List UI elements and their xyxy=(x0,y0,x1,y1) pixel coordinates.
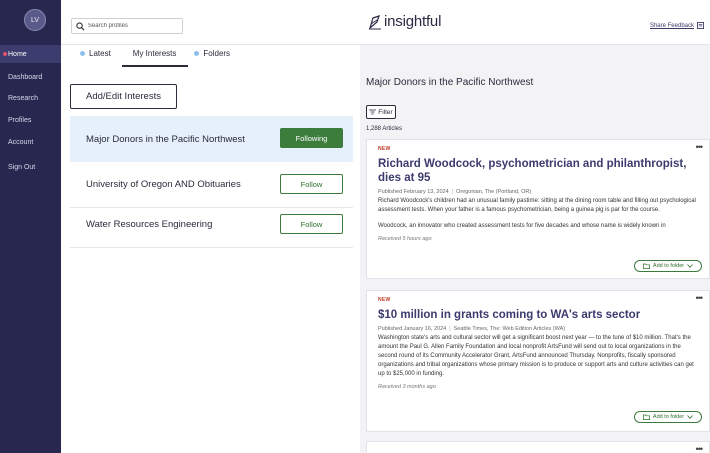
published-date: Published January 16, 2024 xyxy=(378,326,447,332)
add-to-folder-button[interactable]: Add to folder xyxy=(634,260,702,272)
add-edit-interests-button[interactable]: Add/Edit Interests xyxy=(70,84,177,109)
avatar[interactable]: LV xyxy=(24,9,46,31)
filter-button[interactable]: Filter xyxy=(366,105,396,119)
new-badge: NEW xyxy=(378,146,391,152)
more-options-icon[interactable]: ••• xyxy=(696,142,704,152)
sidebar-item-dashboard[interactable]: Dashboard xyxy=(0,68,61,86)
article-excerpt: Washington state's arts and cultural sec… xyxy=(378,335,694,377)
add-to-folder-label: Add to folder xyxy=(652,414,685,420)
article-source: Oregonian, The (Portland, OR) xyxy=(456,189,532,195)
article-card[interactable]: ••• xyxy=(366,441,710,453)
more-options-icon[interactable]: ••• xyxy=(696,444,704,453)
tab-dot-icon xyxy=(80,51,85,56)
sidebar-item-label: Research xyxy=(8,94,38,102)
interest-name: University of Oregon AND Obituaries xyxy=(86,179,241,190)
interest-name: Water Resources Engineering xyxy=(86,219,213,230)
follow-button[interactable]: Follow xyxy=(280,214,343,234)
article-card[interactable]: NEW ••• Richard Woodcock, psychometricia… xyxy=(366,139,710,279)
top-header: insightful Share Feedback xyxy=(61,0,710,45)
interest-tabs: Latest My Interests Folders xyxy=(80,49,252,58)
sidebar-item-label: Sign Out xyxy=(8,163,36,171)
search-input[interactable] xyxy=(87,23,182,29)
interest-item-major-donors[interactable]: Major Donors in the Pacific Northwest Fo… xyxy=(70,116,353,162)
article-source: Seattle Times, The: Web Edition Articles… xyxy=(453,326,566,332)
article-meta: Published February 13, 2024 | Oregonian, T… xyxy=(378,189,532,195)
feedback-icon xyxy=(697,22,704,29)
more-options-icon[interactable]: ••• xyxy=(696,293,704,303)
active-tab-underline xyxy=(122,65,188,67)
filter-icon xyxy=(369,109,377,115)
article-excerpt: Woodcock, an innovator who created asses… xyxy=(378,223,666,229)
article-title[interactable]: $10 million in grants coming to WA's art… xyxy=(378,308,700,322)
tab-label: Latest xyxy=(89,49,111,58)
folder-icon xyxy=(642,263,650,269)
sidebar: LV Home Dashboard Research Profiles Acco… xyxy=(0,0,61,453)
search-box[interactable] xyxy=(71,18,183,34)
interest-item-water-resources[interactable]: Water Resources Engineering Follow xyxy=(70,202,353,248)
interest-name: Major Donors in the Pacific Northwest xyxy=(86,133,245,145)
sidebar-item-label: Dashboard xyxy=(8,73,43,81)
share-feedback-label: Share Feedback xyxy=(649,22,694,29)
article-card[interactable]: NEW ••• $10 million in grants coming to … xyxy=(366,290,710,432)
new-badge: NEW xyxy=(378,297,391,303)
chevron-down-icon xyxy=(687,264,693,268)
article-title[interactable]: Richard Woodcock, psychometrician and ph… xyxy=(378,157,700,185)
received-time: Received 5 hours ago xyxy=(378,236,432,242)
received-time: Received 3 months ago xyxy=(378,384,436,390)
article-count: 1,288 Articles xyxy=(366,126,403,132)
search-icon xyxy=(76,21,85,30)
tab-dot-icon xyxy=(194,51,200,56)
sidebar-item-label: Account xyxy=(8,138,34,146)
published-date: Published February 13, 2024 xyxy=(378,189,449,195)
feed-title: Major Donors in the Pacific Northwest xyxy=(366,77,534,88)
sidebar-item-home[interactable]: Home xyxy=(0,45,61,63)
article-meta: Published January 16, 2024 | Seattle Times… xyxy=(378,326,566,332)
tab-folders[interactable]: Folders xyxy=(194,49,230,58)
chevron-down-icon xyxy=(687,415,693,419)
sidebar-item-account[interactable]: Account xyxy=(0,133,61,151)
sidebar-item-label: Home xyxy=(8,50,27,58)
insightful-logo-icon xyxy=(368,14,381,30)
add-to-folder-label: Add to folder xyxy=(652,263,685,269)
tab-label: My Interests xyxy=(132,49,177,58)
app-logo: insightful xyxy=(367,13,441,30)
sidebar-item-sign-out[interactable]: Sign Out xyxy=(0,158,61,176)
logo-text: insightful xyxy=(384,13,442,30)
folder-icon xyxy=(642,414,650,420)
tab-my-interests[interactable]: My Interests xyxy=(133,49,177,58)
share-feedback-link[interactable]: Share Feedback xyxy=(650,22,704,29)
filter-label: Filter xyxy=(378,108,393,116)
follow-button[interactable]: Follow xyxy=(280,174,343,194)
active-indicator-dot xyxy=(3,52,7,56)
sidebar-item-profiles[interactable]: Profiles xyxy=(0,111,61,129)
following-button[interactable]: Following xyxy=(280,128,343,148)
sidebar-item-label: Profiles xyxy=(8,116,32,124)
tab-latest[interactable]: Latest xyxy=(80,49,111,58)
tab-label: Folders xyxy=(203,49,231,58)
add-to-folder-button[interactable]: Add to folder xyxy=(634,411,702,423)
sidebar-item-research[interactable]: Research xyxy=(0,89,61,107)
article-excerpt: Richard Woodcock's children had an unusu… xyxy=(378,198,696,213)
